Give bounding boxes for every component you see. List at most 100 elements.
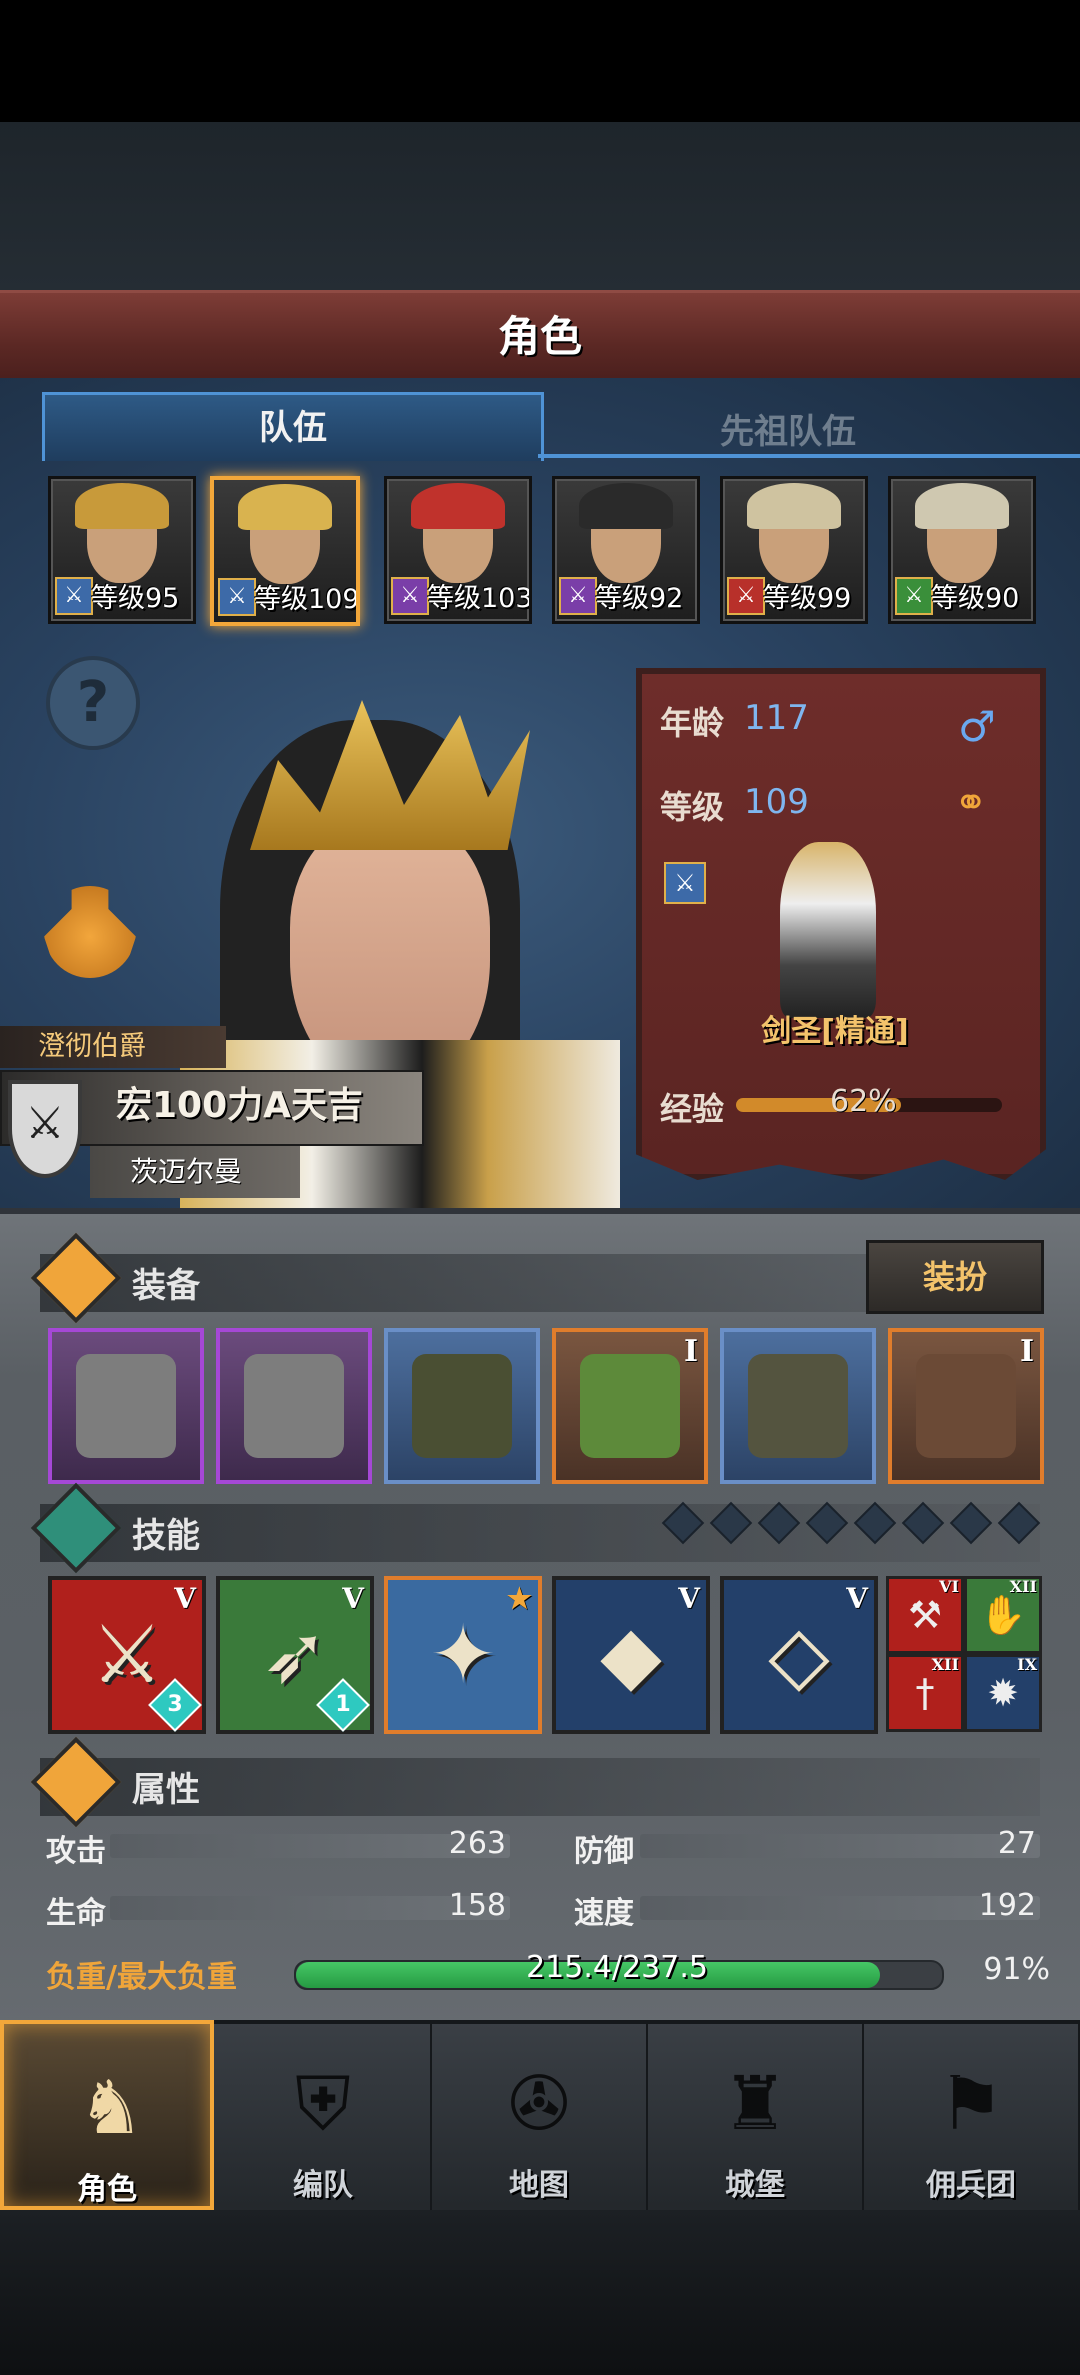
load-percent: 91% (983, 1952, 1050, 1987)
passive-skill-slot[interactable]: ✹ IX (964, 1654, 1042, 1732)
level-value: 109 (744, 782, 809, 822)
skill-tier: V (342, 1582, 364, 1615)
nav-item[interactable]: ♜ 城堡 (648, 2020, 864, 2210)
equipment-slot[interactable] (720, 1328, 876, 1484)
sword-class-icon: ⚔ (664, 862, 706, 904)
hood-icon (412, 1354, 512, 1458)
equipment-slot[interactable] (216, 1328, 372, 1484)
passive-skill-slot[interactable]: ✋ XII (964, 1576, 1042, 1654)
skill-slot[interactable]: ⚔ V 3 (48, 1576, 206, 1734)
level-label: 等级 (660, 788, 725, 826)
passive-tier: IX (1017, 1655, 1037, 1674)
nav-label: 地图 (509, 2168, 569, 2203)
helmet-icon: ⛨ (295, 2061, 351, 2147)
help-button[interactable]: ? (46, 656, 140, 750)
skill-level: 3 (167, 1692, 183, 1717)
male-icon: ♂ (958, 702, 996, 751)
hero-guild: 茨迈尔曼 (130, 1155, 243, 1188)
hero-name: 宏100力A天吉 (116, 1085, 364, 1126)
skill-slot[interactable]: ✦ ★ (384, 1576, 542, 1734)
speed-value: 192 (978, 1888, 1036, 1923)
load-value: 215.4/237.5 (526, 1950, 708, 1985)
ring-icon[interactable]: ⚭ (954, 780, 988, 826)
nav-item[interactable]: ⛨ 编队 (216, 2020, 432, 2210)
hero-level: 等级92 (595, 583, 684, 614)
nav-label: 城堡 (725, 2168, 785, 2203)
staff-icon: ⚔ (391, 577, 429, 615)
top-band (0, 122, 1080, 290)
hero-card[interactable]: ⚔ 等级92 (552, 476, 700, 624)
nav-item[interactable]: ✇ 地图 (432, 2020, 648, 2210)
skill-slot[interactable]: ➶ V 1 (216, 1576, 374, 1734)
hero-card[interactable]: ⚔ 等级90 (888, 476, 1036, 624)
bow-icon: ⚔ (895, 577, 933, 615)
nav-item[interactable]: ♞ 角色 (0, 2020, 214, 2210)
class-name: 剑圣[精通] (761, 1014, 909, 1049)
hero-card[interactable]: ⚔ 等级95 (48, 476, 196, 624)
equipment-slot[interactable] (384, 1328, 540, 1484)
equipment-slot[interactable]: I (888, 1328, 1044, 1484)
page-title: 角色 (497, 312, 582, 361)
load-label: 负重/最大负重 (46, 1960, 237, 1995)
compass-icon: ✇ (507, 2061, 570, 2147)
passive-tier: XII (1009, 1577, 1037, 1596)
staff-icon: ⚔ (559, 577, 597, 615)
hero-helm (915, 483, 1009, 529)
hero-level: 等级103 (427, 583, 532, 614)
hero-rank: 澄彻伯爵 (38, 1031, 146, 1062)
skill-tier: V (174, 1582, 196, 1615)
xp-percent: 62% (830, 1084, 897, 1119)
skill-tier: V (678, 1582, 700, 1615)
sword-icon: ⚔ (55, 577, 93, 615)
hero-card[interactable]: ⚔ 等级103 (384, 476, 532, 624)
hero-helm (238, 484, 332, 530)
item-tier: I (1019, 1334, 1034, 1369)
tab-ancestor-label: 先祖队伍 (720, 412, 856, 452)
dress-button[interactable]: 装扮 (866, 1240, 1044, 1314)
tab-ancestor-team[interactable]: 先祖队伍 (538, 392, 1038, 458)
attack-value: 263 (448, 1826, 506, 1861)
skill-tier: ★ (506, 1582, 532, 1615)
equipment-slot[interactable] (48, 1328, 204, 1484)
castle-icon: ♜ (721, 2061, 789, 2147)
hero-level: 等级109 (254, 584, 360, 615)
title-bar: 角色 (0, 290, 1080, 384)
age-value: 117 (744, 698, 809, 738)
hero-helm (75, 483, 169, 529)
hero-level: 等级99 (763, 583, 852, 614)
warhammer-icon (244, 1354, 344, 1458)
skill-level: 1 (335, 1692, 351, 1717)
skill-slot[interactable]: ◆ V (552, 1576, 710, 1734)
equipment-slot[interactable]: I (552, 1328, 708, 1484)
passive-tier: XII (931, 1655, 959, 1674)
tab-divider (538, 454, 1080, 458)
age-label: 年龄 (660, 704, 725, 742)
passive-skill-slot[interactable]: † XII (886, 1654, 964, 1732)
knight-icon: ♞ (77, 2065, 145, 2151)
status-bar-area (0, 0, 1080, 122)
skill-slot[interactable]: ◇ V (720, 1576, 878, 1734)
xp-label: 经验 (660, 1090, 725, 1128)
attack-label: 攻击 (46, 1834, 106, 1869)
hero-helm (411, 483, 505, 529)
tab-team[interactable]: 队伍 (42, 392, 544, 461)
tome-icon (916, 1354, 1016, 1458)
speed-label: 速度 (574, 1896, 634, 1931)
hero-level: 等级90 (931, 583, 1020, 614)
defense-value: 27 (997, 1826, 1036, 1861)
skills-title: 技能 (132, 1516, 200, 1556)
nav-label: 佣兵团 (926, 2168, 1016, 2203)
tab-team-label: 队伍 (259, 408, 327, 448)
hero-level: 等级95 (91, 583, 180, 614)
hp-label: 生命 (46, 1896, 106, 1931)
defense-label: 防御 (574, 1834, 634, 1869)
banner-icon: ⚑ (937, 2061, 1005, 2147)
class-figure (780, 842, 876, 1018)
hero-card[interactable]: ⚔ 等级99 (720, 476, 868, 624)
sword-icon: ⚔ (218, 578, 256, 616)
hero-card[interactable]: ⚔ 等级109 (210, 476, 360, 626)
horse-icon: ⚔ (727, 577, 765, 615)
nav-item[interactable]: ⚑ 佣兵团 (864, 2020, 1080, 2210)
armor-icon (580, 1354, 680, 1458)
passive-skill-slot[interactable]: ⚒ VI (886, 1576, 964, 1654)
